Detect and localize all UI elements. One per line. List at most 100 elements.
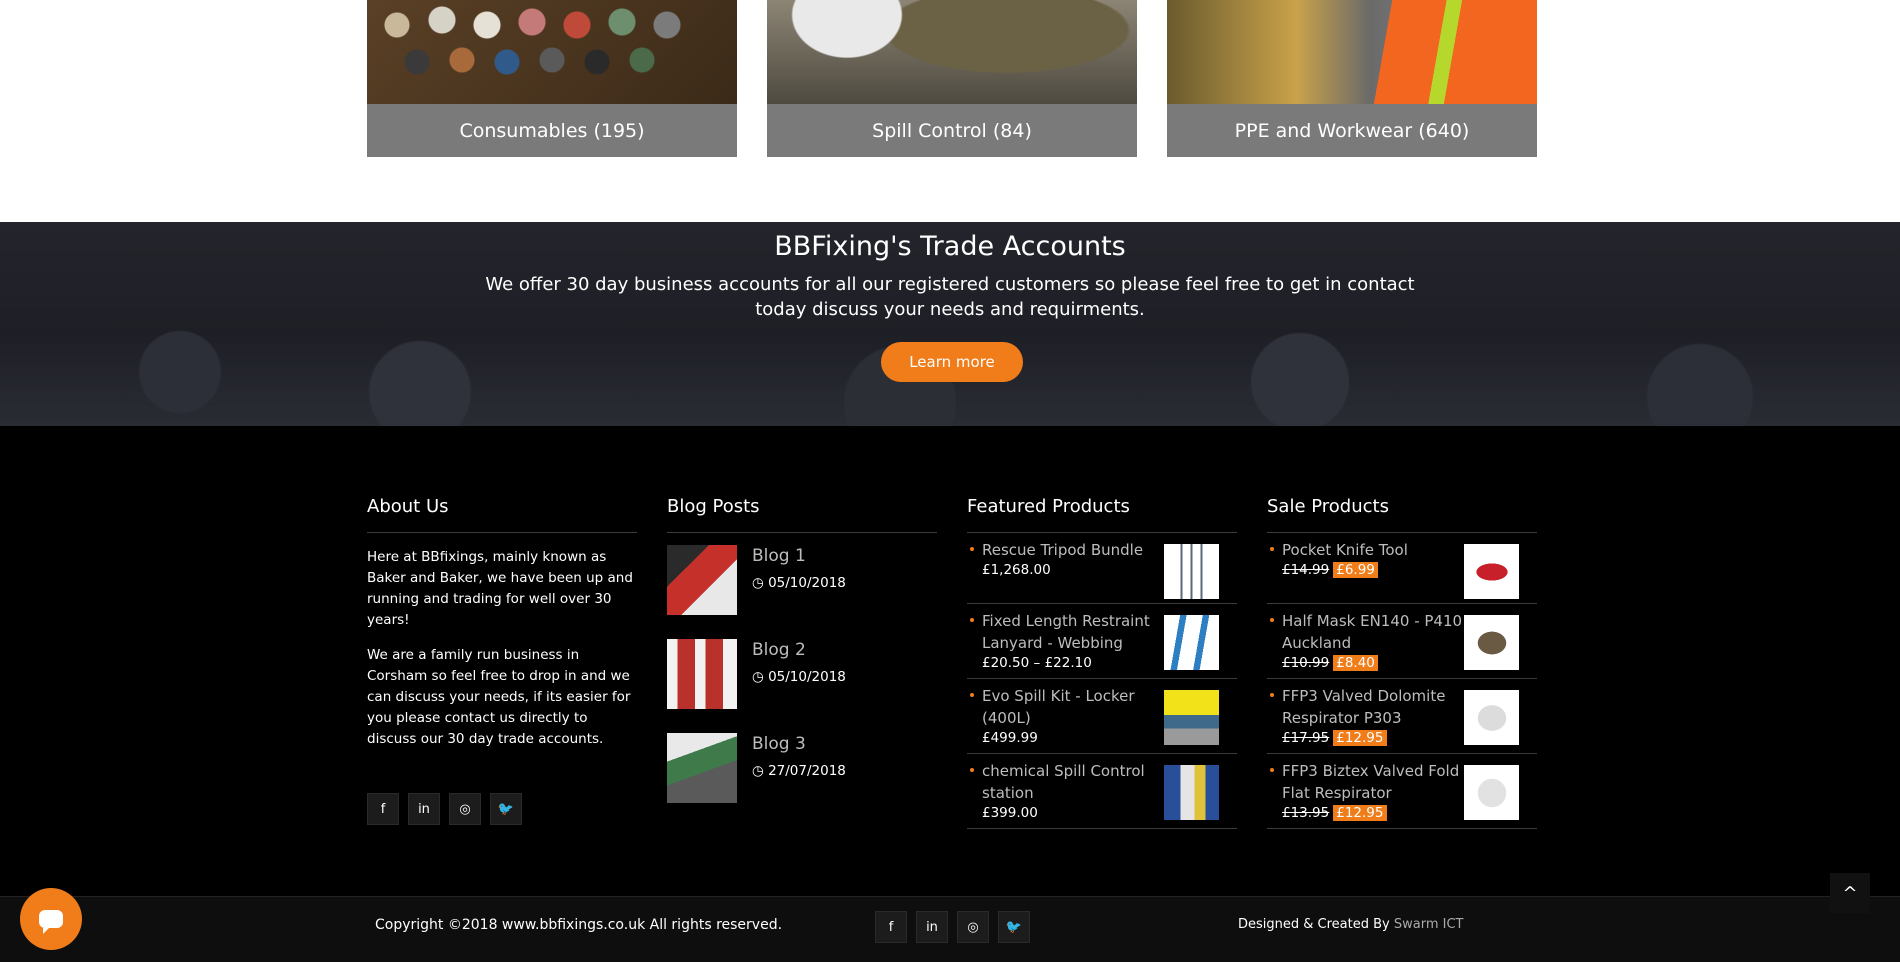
- twitter-icon[interactable]: 🐦: [998, 911, 1030, 943]
- sale-product-item[interactable]: FFP3 Valved Dolomite Respirator P303 £17…: [1267, 679, 1537, 754]
- blog-post-title[interactable]: Blog 2: [752, 639, 846, 661]
- product-price: £13.95 £12.95: [1282, 804, 1467, 822]
- category-image-ppe: [1167, 0, 1537, 104]
- product-thumbnail: [1164, 765, 1219, 820]
- bottom-bar: Copyright ©2018 www.bbfixings.co.uk All …: [0, 896, 1900, 962]
- product-price: £399.00: [982, 805, 1038, 821]
- trade-text: We offer 30 day business accounts for al…: [485, 274, 1415, 320]
- about-title: About Us: [367, 496, 637, 533]
- product-name[interactable]: Rescue Tripod Bundle: [982, 539, 1167, 561]
- product-name[interactable]: Fixed Length Restraint Lanyard - Webbing: [982, 610, 1167, 654]
- linkedin-icon[interactable]: in: [408, 793, 440, 825]
- product-name[interactable]: chemical Spill Control station: [982, 760, 1167, 804]
- old-price: £14.99: [1282, 562, 1330, 578]
- featured-products-column: Featured Products Rescue Tripod Bundle £…: [967, 496, 1237, 829]
- about-paragraph-1: Here at BBfixings, mainly known as Baker…: [367, 549, 633, 628]
- page: Consumables (195) Spill Control (84) PPE…: [0, 0, 1900, 962]
- about-social-links: f in ◎ 🐦: [367, 793, 637, 825]
- copyright-text: Copyright ©2018 www.bbfixings.co.uk All …: [375, 917, 783, 933]
- blog-post[interactable]: Blog 3 ◷ 27/07/2018: [667, 733, 937, 815]
- product-item[interactable]: Evo Spill Kit - Locker (400L) £499.99: [967, 679, 1237, 754]
- blog-post-date: ◷ 05/10/2018: [752, 575, 846, 591]
- product-thumbnail: [1464, 544, 1519, 599]
- category-label: Spill Control (84): [767, 104, 1137, 157]
- category-tile-ppe[interactable]: PPE and Workwear (640): [1167, 0, 1537, 157]
- chevron-up-icon: ^: [1842, 882, 1858, 904]
- sale-title: Sale Products: [1267, 496, 1537, 533]
- scroll-to-top-button[interactable]: ^: [1830, 873, 1870, 913]
- blog-thumbnail: [667, 545, 737, 615]
- learn-more-button[interactable]: Learn more: [881, 342, 1023, 382]
- blog-post-date: ◷ 27/07/2018: [752, 763, 846, 779]
- bullet-icon: [1270, 768, 1274, 772]
- sale-product-item[interactable]: Half Mask EN140 - P410 Auckland £10.99 £8…: [1267, 604, 1537, 679]
- swarm-ict-link[interactable]: Swarm ICT: [1394, 917, 1464, 932]
- category-tile-spill-control[interactable]: Spill Control (84): [767, 0, 1137, 157]
- blog-post-date: ◷ 05/10/2018: [752, 669, 846, 685]
- category-label: PPE and Workwear (640): [1167, 104, 1537, 157]
- product-name[interactable]: FFP3 Valved Dolomite Respirator P303: [1282, 685, 1467, 729]
- bullet-icon: [1270, 547, 1274, 551]
- blog-post-title[interactable]: Blog 3: [752, 733, 846, 755]
- product-thumbnail: [1164, 690, 1219, 745]
- bullet-icon: [970, 618, 974, 622]
- blog-thumbnail: [667, 639, 737, 709]
- instagram-icon[interactable]: ◎: [449, 793, 481, 825]
- trade-title: BBFixing's Trade Accounts: [774, 231, 1126, 262]
- product-price: £499.99: [982, 730, 1038, 746]
- old-price: £17.95: [1282, 730, 1330, 746]
- facebook-icon[interactable]: f: [875, 911, 907, 943]
- about-paragraph-2: We are a family run business in Corsham …: [367, 647, 631, 747]
- chat-bubble-icon: [39, 910, 63, 934]
- blog-post-title[interactable]: Blog 1: [752, 545, 846, 567]
- product-name[interactable]: Pocket Knife Tool: [1282, 539, 1467, 561]
- product-thumbnail: [1464, 765, 1519, 820]
- featured-title: Featured Products: [967, 496, 1237, 533]
- footer: About Us Here at BBfixings, mainly known…: [0, 426, 1900, 896]
- product-item[interactable]: Rescue Tripod Bundle £1,268.00: [967, 533, 1237, 604]
- category-image-spill-control: [767, 0, 1137, 104]
- product-price: £17.95 £12.95: [1282, 729, 1467, 747]
- sale-price: £8.40: [1333, 655, 1378, 671]
- blog-thumbnail: [667, 733, 737, 803]
- linkedin-icon[interactable]: in: [916, 911, 948, 943]
- category-label: Consumables (195): [367, 104, 737, 157]
- product-item[interactable]: Fixed Length Restraint Lanyard - Webbing…: [967, 604, 1237, 679]
- product-name[interactable]: Evo Spill Kit - Locker (400L): [982, 685, 1167, 729]
- sale-price: £12.95: [1333, 805, 1387, 821]
- sale-price: £12.95: [1333, 730, 1387, 746]
- clock-icon: ◷: [752, 669, 764, 685]
- old-price: £13.95: [1282, 805, 1330, 821]
- clock-icon: ◷: [752, 763, 764, 779]
- chat-button[interactable]: [20, 888, 82, 950]
- blog-post[interactable]: Blog 2 ◷ 05/10/2018: [667, 639, 937, 721]
- blog-column: Blog Posts Blog 1 ◷ 05/10/2018 Blog 2 ◷ …: [667, 496, 937, 815]
- product-item[interactable]: chemical Spill Control station £399.00: [967, 754, 1237, 829]
- product-thumbnail: [1464, 615, 1519, 670]
- bullet-icon: [970, 693, 974, 697]
- twitter-icon[interactable]: 🐦: [490, 793, 522, 825]
- old-price: £10.99: [1282, 655, 1330, 671]
- bullet-icon: [970, 768, 974, 772]
- sale-products-column: Sale Products Pocket Knife Tool £14.99 £6…: [1267, 496, 1537, 829]
- instagram-icon[interactable]: ◎: [957, 911, 989, 943]
- category-tile-consumables[interactable]: Consumables (195): [367, 0, 737, 157]
- bullet-icon: [1270, 693, 1274, 697]
- about-column: About Us Here at BBfixings, mainly known…: [367, 496, 637, 825]
- clock-icon: ◷: [752, 575, 764, 591]
- product-price: £20.50 – £22.10: [982, 655, 1092, 671]
- product-name[interactable]: Half Mask EN140 - P410 Auckland: [1282, 610, 1467, 654]
- sale-price: £6.99: [1333, 562, 1378, 578]
- sale-product-item[interactable]: Pocket Knife Tool £14.99 £6.99: [1267, 533, 1537, 604]
- sale-product-item[interactable]: FFP3 Biztex Valved Fold Flat Respirator …: [1267, 754, 1537, 829]
- product-price: £10.99 £8.40: [1282, 654, 1467, 672]
- product-name[interactable]: FFP3 Biztex Valved Fold Flat Respirator: [1282, 760, 1467, 804]
- blog-post[interactable]: Blog 1 ◷ 05/10/2018: [667, 545, 937, 627]
- product-thumbnail: [1164, 615, 1219, 670]
- product-price: £1,268.00: [982, 562, 1051, 578]
- bottom-social-links: f in ◎ 🐦: [875, 911, 1030, 943]
- bullet-icon: [970, 547, 974, 551]
- facebook-icon[interactable]: f: [367, 793, 399, 825]
- trade-accounts-banner: BBFixing's Trade Accounts We offer 30 da…: [0, 222, 1900, 426]
- category-tiles: Consumables (195) Spill Control (84) PPE…: [367, 0, 1537, 157]
